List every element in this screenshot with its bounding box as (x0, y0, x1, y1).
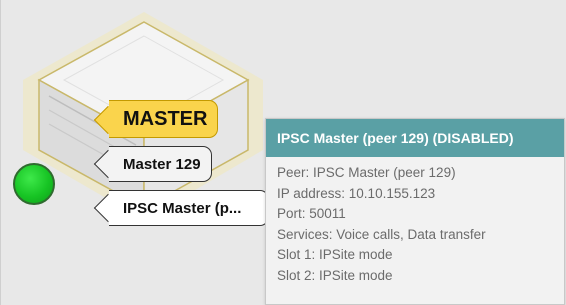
tooltip-slot2-line: Slot 2: IPSite mode (277, 267, 393, 283)
topology-canvas: MASTER Master 129 IPSC Master (p... IPSC… (0, 0, 566, 305)
tooltip-port-line: Port: 50011 (277, 206, 346, 221)
tooltip-peer-line: Peer: IPSC Master (peer 129) (277, 165, 456, 180)
node-info-tooltip: IPSC Master (peer 129) (DISABLED) Peer: … (265, 118, 565, 305)
tooltip-ip-line: IP address: 10.10.155.123 (277, 185, 436, 201)
role-label: MASTER (123, 107, 208, 130)
tooltip-body: Peer: IPSC Master (peer 129) IP address:… (266, 157, 564, 286)
node-name-tag[interactable]: Master 129 (109, 146, 212, 182)
peer-name-tag[interactable]: IPSC Master (p... (109, 190, 269, 226)
online-status-indicator (13, 163, 55, 205)
tooltip-title: IPSC Master (peer 129) (DISABLED) (266, 119, 564, 157)
node-name-label: Master 129 (123, 155, 201, 173)
tooltip-slot1-line: Slot 1: IPSite mode (277, 247, 393, 262)
role-label-tag[interactable]: MASTER (109, 100, 219, 138)
tooltip-services-line: Services: Voice calls, Data transfer (277, 226, 486, 242)
peer-name-label: IPSC Master (p... (123, 199, 242, 217)
